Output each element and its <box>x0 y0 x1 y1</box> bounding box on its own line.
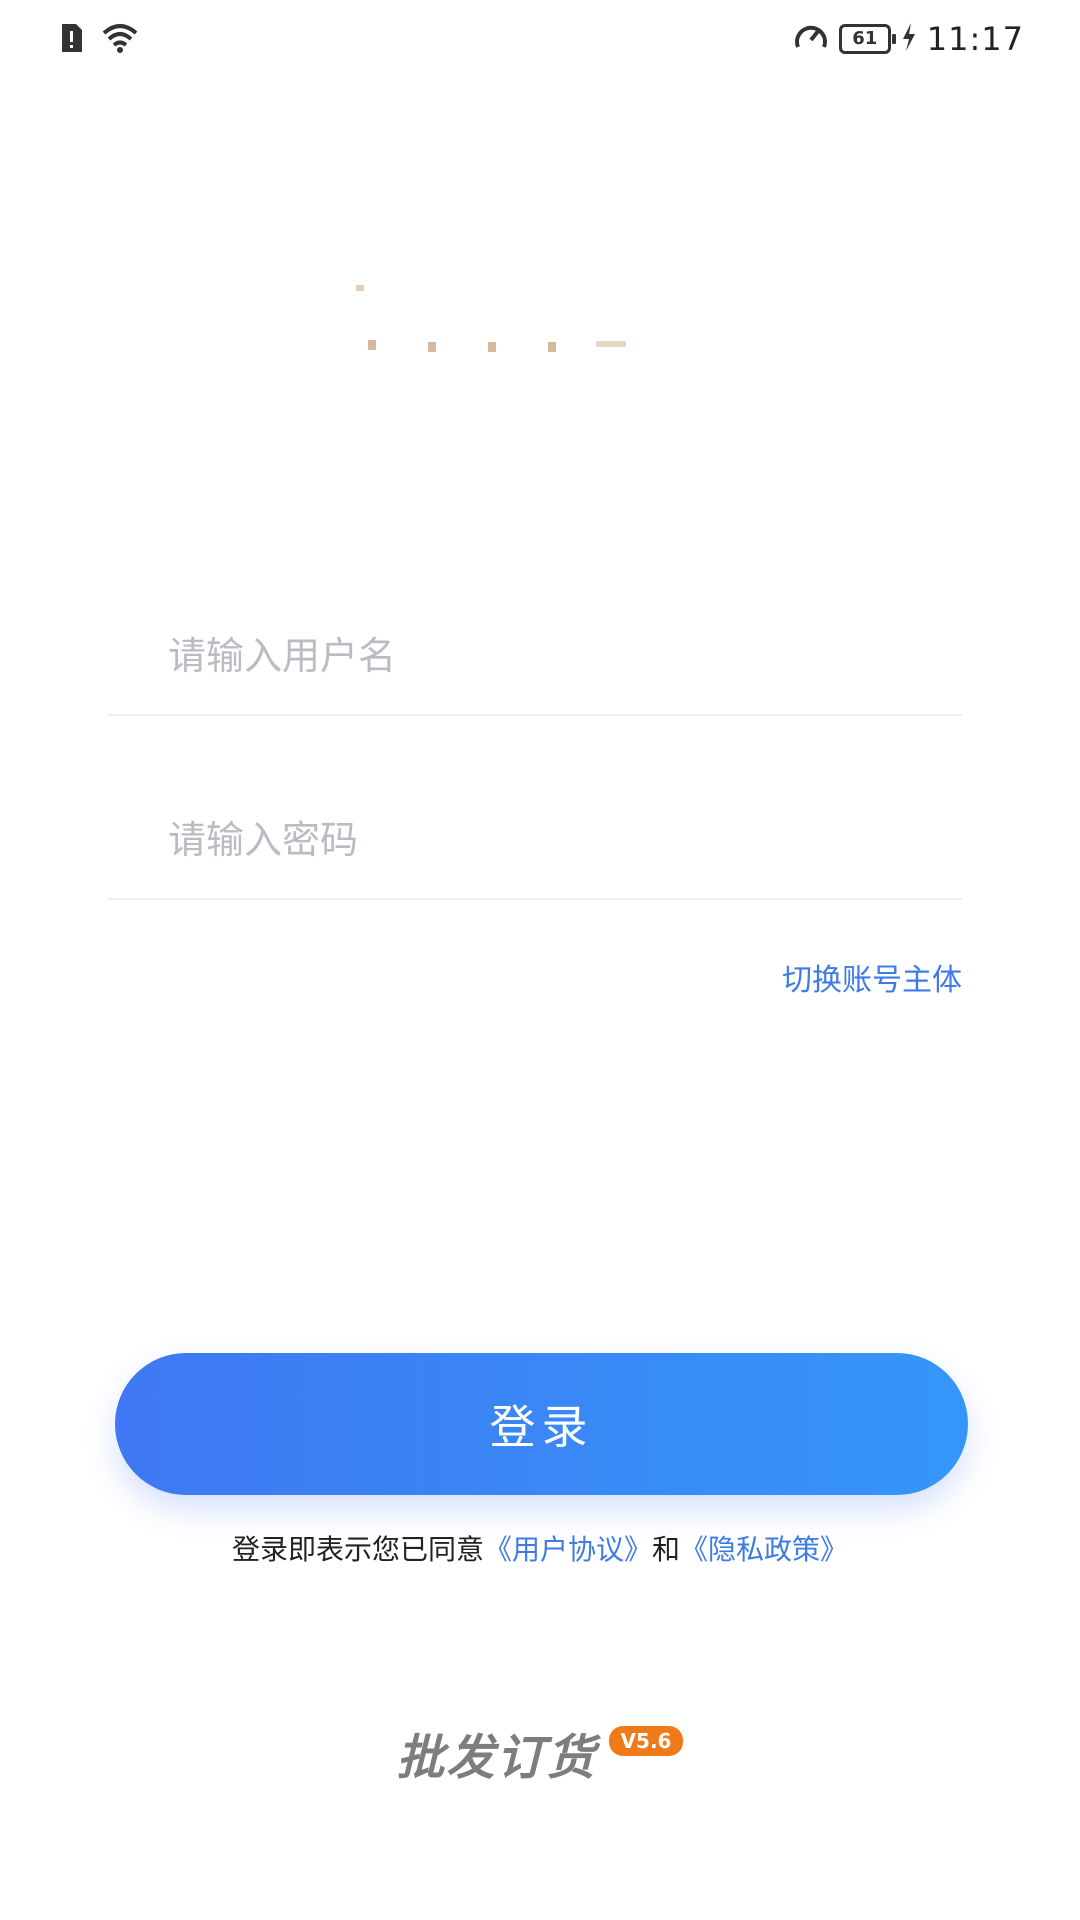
battery-icon: 61 <box>838 24 896 54</box>
status-time: 11:17 <box>926 20 1024 58</box>
agreement-prefix: 登录即表示您已同意 <box>231 1533 484 1566</box>
username-field <box>108 606 962 716</box>
speed-meter-icon <box>793 21 829 57</box>
app-brand: 批发订货 V5.6 <box>0 1718 1080 1788</box>
charging-icon <box>901 22 917 56</box>
switch-account-link[interactable]: 切换账号主体 <box>782 955 962 999</box>
agreement-conjunction: 和 <box>652 1533 681 1566</box>
username-input[interactable] <box>168 626 928 686</box>
agreement-text: 登录即表示您已同意《用户协议》和《隐私政策》 <box>0 1528 1080 1568</box>
status-right: 61 11:17 <box>793 20 1024 58</box>
user-agreement-link[interactable]: 《用户协议》 <box>484 1533 652 1566</box>
privacy-policy-link[interactable]: 《隐私政策》 <box>680 1533 848 1566</box>
brand-logo <box>336 205 756 365</box>
login-button[interactable]: 登录 <box>115 1353 968 1495</box>
password-field <box>108 790 962 900</box>
password-input[interactable] <box>168 810 928 870</box>
status-bar: 61 11:17 <box>0 0 1080 84</box>
version-badge: V5.6 <box>608 1726 684 1756</box>
wifi-icon <box>102 23 138 57</box>
status-left <box>58 22 138 58</box>
app-name: 批发订货 <box>396 1730 597 1786</box>
battery-level: 61 <box>852 28 878 49</box>
sim-alert-icon <box>58 22 84 58</box>
